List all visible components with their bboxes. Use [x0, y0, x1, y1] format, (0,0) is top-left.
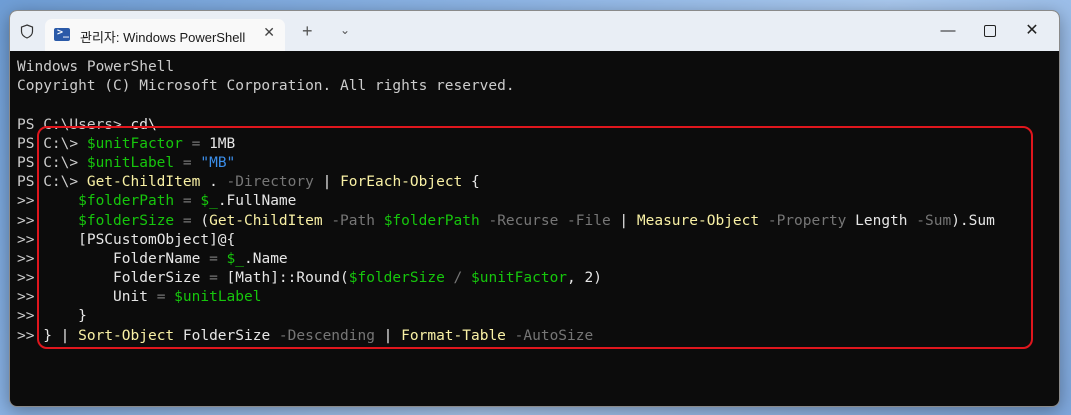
terminal-line: Copyright (C) Microsoft Corporation. All…: [17, 77, 1059, 96]
shield-icon: [20, 24, 34, 39]
tab-close-icon[interactable]: ✕: [263, 24, 275, 41]
tab-powershell[interactable]: >_ 관리자: Windows PowerShell ✕: [45, 19, 285, 51]
terminal-line: Windows PowerShell: [17, 58, 1059, 77]
highlight-box: [37, 126, 1033, 349]
terminal-token: Windows PowerShell: [17, 59, 175, 75]
maximize-button[interactable]: [975, 19, 1005, 43]
maximize-icon: [984, 25, 996, 38]
powershell-icon: >_: [54, 27, 70, 41]
new-tab-button[interactable]: +: [302, 21, 313, 42]
tab-title: 관리자: Windows PowerShell: [80, 30, 246, 45]
title-bar: >_ 관리자: Windows PowerShell ✕ + ⌄ — ✕: [10, 11, 1059, 51]
minimize-button[interactable]: —: [933, 19, 963, 43]
terminal-token: Copyright (C) Microsoft Corporation. All…: [17, 78, 515, 95]
close-button[interactable]: ✕: [1017, 19, 1047, 43]
chevron-down-icon[interactable]: ⌄: [340, 23, 350, 37]
